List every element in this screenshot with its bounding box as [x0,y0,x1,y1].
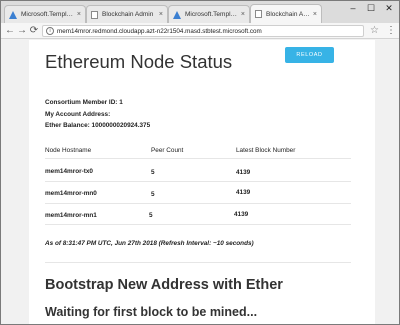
page-icon [91,10,98,19]
column-header-block-number: Latest Block Number [236,147,296,154]
azure-icon [9,10,17,19]
azure-icon [173,10,181,19]
column-header-hostname: Node Hostname [45,147,92,154]
refresh-status: As of 8:31:47 PM UTC, Jun 27th 2018 (Ref… [45,240,254,247]
tab-label: Microsoft.Template - [185,11,238,18]
column-header-peer-count: Peer Count [151,147,184,154]
browser-menu-icon[interactable]: ⋮ [386,24,396,38]
tab-strip: Microsoft.Template - × Blockchain Admin … [1,1,399,23]
reload-button[interactable]: RELOAD [285,47,334,63]
row-1-block-number: 4139 [236,169,251,176]
page-title: Ethereum Node Status [45,51,233,72]
row-3-peer-count: 5 [149,212,153,219]
table-row-divider [45,203,351,204]
bookmark-star-icon[interactable]: ☆ [370,24,379,38]
row-2-peer-count: 5 [151,191,155,198]
page-icon [255,10,262,18]
tab-template-2[interactable]: Microsoft.Template - × [168,5,250,23]
close-icon[interactable]: × [241,11,245,18]
row-1-peer-count: 5 [151,169,155,176]
ether-balance: Ether Balance: 1000000020924.375 [45,122,151,129]
page-viewport[interactable]: Ethereum Node Status RELOAD Consortium M… [1,40,399,324]
back-icon[interactable]: ← [4,24,16,38]
account-address: My Account Address: [45,111,111,118]
content-card: Ethereum Node Status RELOAD Consortium M… [29,40,375,324]
site-info-icon[interactable]: i [46,27,54,35]
table-header-divider [45,158,351,159]
row-3-block-number: 4139 [234,211,249,218]
row-3-hostname: mem14mror-mn1 [45,212,97,219]
window-close-icon[interactable]: ✕ [380,3,398,14]
browser-window: Microsoft.Template - × Blockchain Admin … [0,0,400,325]
tab-template-1[interactable]: Microsoft.Template - × [4,5,86,23]
section-divider [45,262,351,263]
tab-label: Microsoft.Template - [21,11,74,18]
url-text: mem14mror.redmond.cloudapp.azt-n22r1504.… [57,28,262,35]
table-row-divider [45,181,351,182]
minimize-icon[interactable]: – [344,3,362,13]
tab-label: Blockchain Admin [266,10,310,18]
close-icon[interactable]: × [313,11,317,18]
tab-blockchain-admin-1[interactable]: Blockchain Admin × [86,5,168,23]
tab-label: Blockchain Admin [102,11,154,18]
waiting-message: Waiting for first block to be mined... [45,305,258,319]
reload-icon[interactable]: ⟳ [28,24,40,38]
row-2-hostname: mem14mror-mn0 [45,190,97,197]
maximize-icon[interactable]: ☐ [362,3,380,14]
row-2-block-number: 4139 [236,189,251,196]
row-1-hostname: mem14mror-tx0 [45,168,93,175]
address-bar[interactable]: i mem14mror.redmond.cloudapp.azt-n22r150… [42,25,364,37]
table-row-divider [45,224,351,225]
forward-icon[interactable]: → [16,24,28,38]
consortium-member-id: Consortium Member ID: 1 [45,99,123,106]
tab-blockchain-admin-2[interactable]: Blockchain Admin × [250,4,322,23]
close-icon[interactable]: × [77,11,81,18]
browser-toolbar: ← → ⟳ i mem14mror.redmond.cloudapp.azt-n… [1,23,399,39]
bootstrap-section-title: Bootstrap New Address with Ether [45,277,283,293]
close-icon[interactable]: × [159,11,163,18]
